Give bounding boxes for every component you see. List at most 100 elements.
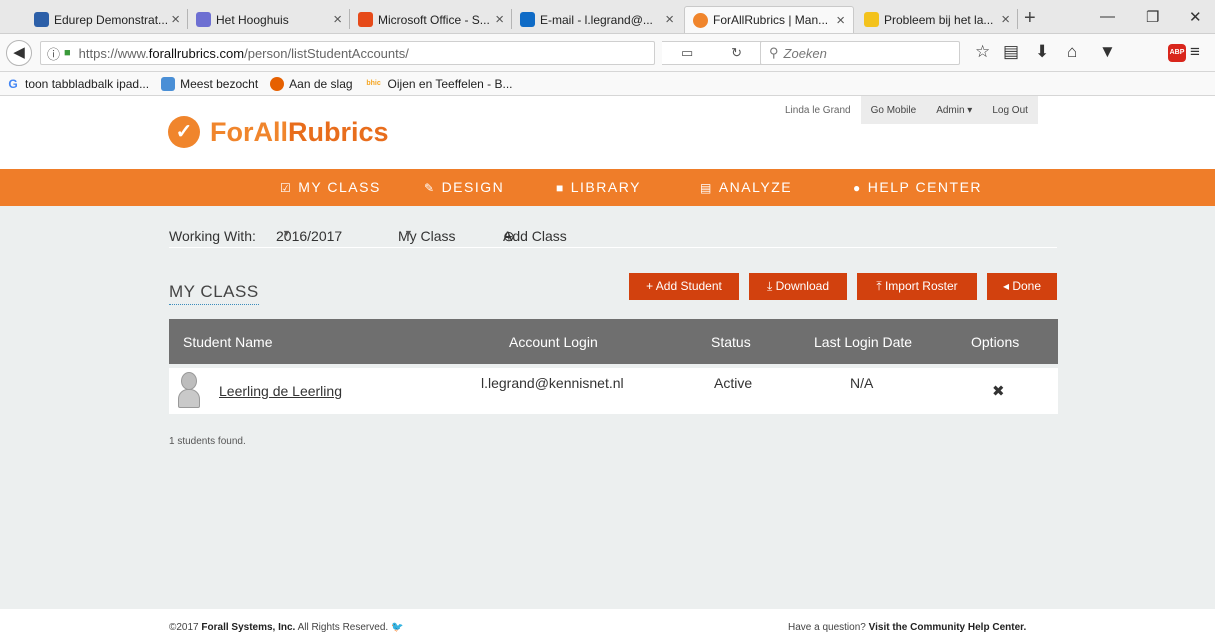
caret-down-icon: ▼ (282, 228, 291, 238)
warning-icon (864, 12, 879, 27)
browser-tab-bar: Edurep Demonstrat... × Het Hooghuis × Mi… (0, 0, 1215, 34)
bookmark-item[interactable]: Aan de slag (270, 76, 353, 91)
last-login-value: N/A (850, 375, 874, 391)
add-student-button[interactable]: + Add Student (629, 273, 739, 300)
edurep-icon (34, 12, 49, 27)
browser-tab-edurep[interactable]: Edurep Demonstrat... × (26, 6, 188, 33)
tab-title: Het Hooghuis (216, 12, 289, 27)
log-out-button[interactable]: Log Out (982, 96, 1038, 124)
google-icon: G (8, 76, 18, 91)
tab-title: Probleem bij het la... (884, 12, 994, 27)
bookmark-item[interactable]: G toon tabbladbalk ipad... (6, 77, 149, 91)
column-header[interactable]: Account Login (509, 334, 598, 350)
account-login: l.legrand@kennisnet.nl (481, 375, 624, 391)
nav-analyze[interactable]: ▤ ANALYZE (700, 179, 792, 195)
go-mobile-button[interactable]: Go Mobile (860, 96, 927, 124)
copyright-prefix: ©2017 (169, 622, 202, 633)
hooghuis-icon (196, 12, 211, 27)
bookmark-label: Meest bezocht (180, 76, 259, 91)
nav-label: LIBRARY (570, 179, 641, 195)
tab-title: ForAllRubrics | Man... (713, 13, 829, 27)
help-center-link[interactable]: Visit the Community Help Center. (869, 622, 1027, 633)
back-arrow-icon: ◀ (13, 44, 25, 61)
status-value: Active (714, 375, 753, 391)
logo-wordmark: ForAllRubrics (210, 117, 389, 148)
nav-help-center[interactable]: ● HELP CENTER (853, 179, 982, 195)
tab-title: E-mail - l.legrand@... (540, 12, 653, 27)
reload-icon[interactable]: ↻ (731, 45, 742, 61)
table-header: Student Name Account Login Status Last L… (169, 319, 1058, 364)
twitter-icon[interactable]: 🐦 (391, 622, 403, 633)
close-icon[interactable]: × (1001, 11, 1010, 28)
working-with-bar: Working With: 2016/2017 ▼ My Class ▼ ⊕ Add … (169, 228, 1057, 248)
firefox-icon (270, 76, 285, 91)
user-nav: Linda le Grand Go Mobile Admin ▾ Log Out (775, 96, 1038, 124)
most-visited-icon (161, 76, 176, 91)
bookmark-label: Aan de slag (289, 76, 353, 91)
site-logo[interactable]: ✓ ForAllRubrics (168, 116, 389, 148)
admin-menu[interactable]: Admin ▾ (926, 96, 983, 124)
page: ✓ ForAllRubrics Linda le Grand Go Mobile… (0, 96, 1215, 639)
nav-library[interactable]: ■ LIBRARY (556, 179, 641, 195)
window-close-icon[interactable]: ✕ (1189, 8, 1202, 26)
close-icon[interactable]: × (333, 11, 342, 28)
bookmark-item[interactable]: Meest bezocht (161, 76, 259, 91)
nav-design[interactable]: ✎ DESIGN (424, 179, 504, 195)
bookmarks-bar: G toon tabbladbalk ipad... Meest bezocht… (0, 72, 1215, 96)
home-icon[interactable]: ⌂ (1067, 42, 1077, 62)
url-domain: forallrubrics.com (148, 45, 245, 61)
url-actions: ▭ ↻ (662, 41, 762, 65)
column-header[interactable]: Student Name (183, 334, 273, 350)
info-icon[interactable]: ⓘ (47, 44, 60, 63)
library-icon[interactable]: ▤ (1003, 42, 1019, 62)
reader-view-icon[interactable]: ▭ (681, 45, 693, 61)
column-header[interactable]: Last Login Date (814, 334, 912, 350)
user-name[interactable]: Linda le Grand (775, 96, 861, 124)
url-path: /person/listStudentAccounts/ (244, 45, 409, 61)
back-button[interactable]: ◀ (6, 40, 32, 66)
nav-label: ANALYZE (718, 179, 793, 195)
help-prompt: Have a question? Visit the Community Hel… (788, 622, 1026, 633)
column-header[interactable]: Status (711, 334, 751, 350)
search-placeholder: Zoeken (783, 45, 827, 61)
bookmark-item[interactable]: bhic Oijen en Teeffelen - B... (365, 77, 512, 91)
lock-icon: ■ (64, 47, 71, 59)
close-icon[interactable]: × (836, 12, 845, 29)
table-row: Leerling de Leerling l.legrand@kennisnet… (169, 368, 1058, 414)
menu-icon[interactable]: ≡ (1190, 42, 1200, 62)
pocket-icon[interactable]: ▼ (1099, 42, 1116, 62)
page-title: MY CLASS (169, 282, 259, 305)
close-icon[interactable]: × (665, 11, 674, 28)
company-name: Forall Systems, Inc. (201, 622, 296, 633)
adblock-plus-icon[interactable]: ABP (1168, 44, 1186, 62)
delete-student-icon[interactable]: ✖ (992, 382, 1005, 400)
pencil-icon: ✎ (424, 181, 436, 195)
browser-nav-bar: ◀ ⓘ ■ https://www. forallrubrics.com/pers… (0, 34, 1215, 72)
address-bar[interactable]: ⓘ ■ https://www. forallrubrics.com/person… (40, 41, 655, 65)
book-icon: ■ (556, 181, 565, 195)
bar-chart-icon: ▤ (700, 181, 713, 195)
browser-tab-forallrubrics[interactable]: ForAllRubrics | Man... × (684, 6, 854, 33)
download-arrow-icon[interactable]: ⬇ (1035, 42, 1049, 62)
question-text: Have a question? (788, 622, 869, 633)
search-input[interactable]: ⚲ Zoeken (760, 41, 960, 65)
site-footer: ©2017 Forall Systems, Inc. All Rights Re… (0, 609, 1215, 639)
browser-tab-probleem[interactable]: Probleem bij het la... × (856, 6, 1018, 33)
restore-icon[interactable]: ❐ (1146, 8, 1159, 26)
student-name-link[interactable]: Leerling de Leerling (219, 383, 342, 399)
close-icon[interactable]: × (171, 11, 180, 28)
minimize-icon[interactable]: — (1100, 8, 1115, 25)
import-roster-button[interactable]: ⤒ Import Roster (857, 273, 977, 300)
done-button[interactable]: ◂ Done (987, 273, 1057, 300)
browser-tab-hooghuis[interactable]: Het Hooghuis × (188, 6, 350, 33)
browser-tab-email[interactable]: E-mail - l.legrand@... × (512, 6, 682, 33)
close-icon[interactable]: × (495, 11, 504, 28)
bookmark-star-icon[interactable]: ☆ (975, 42, 990, 62)
nav-label: MY CLASS (298, 179, 381, 195)
nav-my-class[interactable]: ☑ MY CLASS (280, 179, 381, 195)
search-icon: ⚲ (769, 45, 779, 60)
browser-tab-office[interactable]: Microsoft Office - S... × (350, 6, 512, 33)
office-icon (358, 12, 373, 27)
new-tab-button[interactable]: + (1024, 7, 1036, 30)
download-button[interactable]: ⤓ Download (749, 273, 847, 300)
